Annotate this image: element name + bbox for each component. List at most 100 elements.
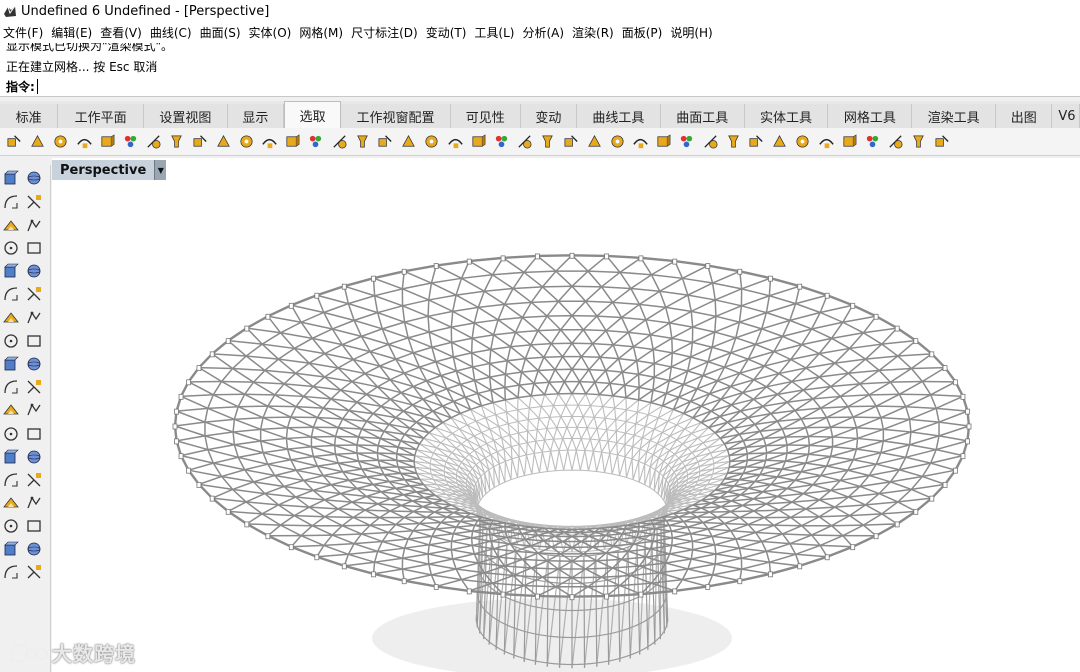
split-icon[interactable]	[24, 377, 44, 397]
select-last-curve-icon[interactable]	[97, 131, 118, 152]
render-icon[interactable]	[1, 562, 21, 582]
transform-icon[interactable]	[24, 470, 44, 490]
dimension-linear-icon[interactable]	[24, 493, 44, 513]
tab-display[interactable]: 显示	[227, 104, 285, 128]
copy-icon[interactable]	[1, 539, 21, 559]
select-chain-icon[interactable]	[839, 131, 860, 152]
perspective-viewport[interactable]: Perspective ▼	[52, 158, 1080, 672]
rectangle-icon[interactable]	[24, 238, 44, 258]
cylinder-icon[interactable]	[1, 331, 21, 351]
select-details-icon[interactable]	[908, 131, 929, 152]
select-point-clouds-icon[interactable]	[236, 131, 257, 152]
layer-icon[interactable]	[24, 516, 44, 536]
select-box-icon[interactable]	[769, 131, 790, 152]
offset-icon[interactable]	[1, 424, 21, 444]
menu-analyze[interactable]: 分析(A)	[518, 24, 568, 41]
surface-from-points-icon[interactable]	[1, 284, 21, 304]
polygon-icon[interactable]	[1, 238, 21, 258]
menu-edit[interactable]: 编辑(E)	[47, 24, 96, 41]
array-icon[interactable]	[1, 470, 21, 490]
command-history[interactable]: 显示模式已切换为"渲染模式"。 正在建立网格... 按 Esc 取消	[0, 43, 1080, 78]
tab-v6[interactable]: V6	[1052, 104, 1080, 128]
select-arrow-icon[interactable]	[1, 168, 21, 188]
tab-curve-tools[interactable]: 曲线工具	[576, 104, 661, 128]
select-extrusion-icon[interactable]	[491, 131, 512, 152]
grid-icon[interactable]	[1, 516, 21, 536]
check-icon[interactable]	[24, 539, 44, 559]
command-input[interactable]	[36, 79, 842, 94]
menu-solid[interactable]: 实体(O)	[245, 24, 296, 41]
tab-drafting[interactable]: 出图	[996, 104, 1053, 128]
mesh-icon[interactable]	[1, 354, 21, 374]
cone-icon[interactable]	[24, 331, 44, 351]
select-polylines-icon[interactable]	[514, 131, 535, 152]
fillet-edge-icon[interactable]	[24, 424, 44, 444]
select-hatches-icon[interactable]	[282, 131, 303, 152]
curve-icon[interactable]	[24, 192, 44, 212]
select-previous-icon[interactable]	[653, 131, 674, 152]
select-points-icon[interactable]	[4, 131, 25, 152]
menu-surface[interactable]: 曲面(S)	[196, 24, 245, 41]
tab-select[interactable]: 选取	[284, 101, 342, 128]
box-icon[interactable]	[1, 308, 21, 328]
tab-render-tools[interactable]: 渲染工具	[912, 104, 997, 128]
menu-dimension[interactable]: 尺寸标注(D)	[347, 24, 422, 41]
select-filter-icon[interactable]	[792, 131, 813, 152]
ellipse-icon[interactable]	[1, 261, 21, 281]
point-icon[interactable]	[24, 168, 44, 188]
material-icon[interactable]	[24, 562, 44, 582]
select-ellipses-icon[interactable]	[584, 131, 605, 152]
select-all-icon[interactable]	[700, 131, 721, 152]
tab-surface-tools[interactable]: 曲面工具	[660, 104, 745, 128]
sphere-icon[interactable]	[24, 308, 44, 328]
tab-cplanes[interactable]: 工作平面	[58, 104, 144, 128]
tab-set-view[interactable]: 设置视图	[143, 104, 228, 128]
select-dots-icon[interactable]	[305, 131, 326, 152]
polyline-icon[interactable]	[1, 192, 21, 212]
extrude-icon[interactable]	[24, 284, 44, 304]
menu-help[interactable]: 说明(H)	[666, 24, 716, 41]
select-lines-icon[interactable]	[120, 131, 141, 152]
viewport-name[interactable]: Perspective	[52, 160, 155, 180]
tab-transform[interactable]: 变动	[520, 104, 577, 128]
menu-view[interactable]: 查看(V)	[96, 24, 146, 41]
select-blocks-icon[interactable]	[166, 131, 187, 152]
explode-icon[interactable]	[24, 354, 44, 374]
viewport-title[interactable]: Perspective ▼	[52, 160, 167, 180]
circle-icon[interactable]	[1, 216, 21, 236]
select-material-icon[interactable]	[398, 131, 419, 152]
tab-solid-tools[interactable]: 实体工具	[744, 104, 829, 128]
fillet-icon[interactable]	[24, 261, 44, 281]
select-arcs-icon[interactable]	[537, 131, 558, 152]
select-group-icon[interactable]	[630, 131, 651, 152]
select-render-icon[interactable]	[421, 131, 442, 152]
dropdown-arrow-icon[interactable]: ▼	[154, 160, 167, 180]
dimension-icon[interactable]	[24, 447, 44, 467]
select-annotations-icon[interactable]	[143, 131, 164, 152]
select-visible-icon[interactable]	[746, 131, 767, 152]
menu-tools[interactable]: 工具(L)	[470, 24, 518, 41]
select-color-icon[interactable]	[190, 131, 211, 152]
select-closed-icon[interactable]	[352, 131, 373, 152]
join-icon[interactable]	[1, 400, 21, 420]
select-by-id-icon[interactable]	[816, 131, 837, 152]
select-invert-icon[interactable]	[723, 131, 744, 152]
menu-transform[interactable]: 变动(T)	[422, 24, 471, 41]
trim-icon[interactable]	[1, 377, 21, 397]
tab-mesh-tools[interactable]: 网格工具	[828, 104, 913, 128]
select-curves-icon[interactable]	[27, 131, 48, 152]
menu-panels[interactable]: 面板(P)	[618, 24, 667, 41]
select-surfaces-icon[interactable]	[50, 131, 71, 152]
text-icon[interactable]	[1, 447, 21, 467]
menu-curve[interactable]: 曲线(C)	[146, 24, 196, 41]
tab-standard[interactable]: 标准	[0, 104, 59, 128]
boolean-icon[interactable]	[1, 493, 21, 513]
select-polysurfaces-icon[interactable]	[74, 131, 95, 152]
select-subd-icon[interactable]	[885, 131, 906, 152]
group-icon[interactable]	[24, 400, 44, 420]
select-brep-icon[interactable]	[862, 131, 883, 152]
select-layer-icon[interactable]	[375, 131, 396, 152]
select-planar-icon[interactable]	[445, 131, 466, 152]
select-circles-icon[interactable]	[561, 131, 582, 152]
menu-file[interactable]: 文件(F)	[0, 24, 47, 41]
